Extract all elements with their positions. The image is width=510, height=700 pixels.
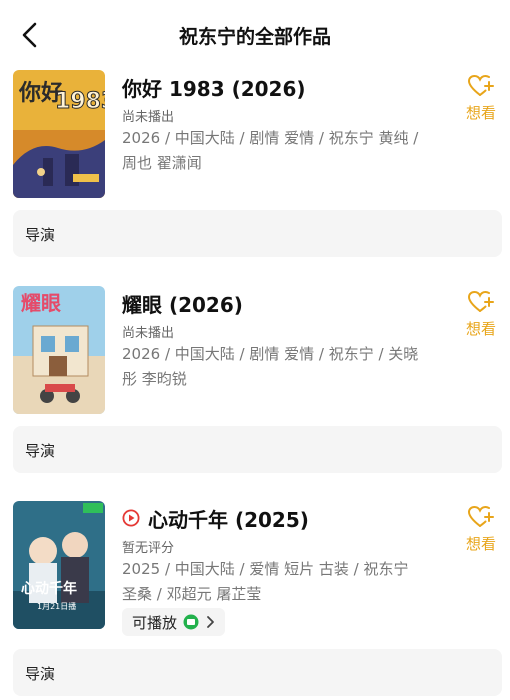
want-to-watch-label: 想看 [465, 320, 496, 338]
work-meta-line: 2026 / 中国大陆 / 剧情 爱情 / 祝东宁 黄纯 / [122, 129, 419, 147]
want-to-watch-label: 想看 [465, 535, 496, 553]
director-label: 导演 [25, 665, 56, 683]
poster-image[interactable]: 耀眼 [13, 286, 105, 414]
chevron-right-icon [207, 616, 214, 628]
work-meta-line: 2026 / 中国大陆 / 剧情 爱情 / 祝东宁 / 关晓 [122, 345, 419, 363]
work-meta-line: 2025 / 中国大陆 / 爱情 短片 古装 / 祝东宁 [122, 560, 409, 578]
work-item[interactable]: 耀眼 耀眼 (2026) 尚未播出 2026 / 中国大陆 / 剧情 爱情 / … [0, 286, 510, 486]
work-title[interactable]: 耀眼 (2026) [122, 289, 243, 318]
poster-title-text: 心动千年 [21, 580, 77, 597]
work-meta-line: 周也 翟潇闻 [122, 154, 202, 172]
work-meta-line: 圣桑 / 邓超元 屠芷莹 [122, 585, 262, 603]
svg-text:1983: 1983 [55, 89, 105, 114]
heart-plus-icon [467, 290, 494, 312]
director-label: 导演 [25, 226, 56, 244]
work-item[interactable]: 你好 1983 你好 1983 (2026) 尚未播出 2026 / 中国大陆 … [0, 70, 510, 270]
want-to-watch-label: 想看 [465, 104, 496, 122]
want-to-watch-button[interactable]: 想看 [461, 74, 501, 123]
poster-date-text: 1月21日播 [37, 601, 76, 611]
work-status: 尚未播出 [122, 110, 175, 125]
page-title: 祝东宁的全部作品 [178, 26, 331, 48]
work-title[interactable]: 心动千年 (2025) [148, 504, 309, 533]
director-section[interactable]: 导演 [13, 649, 502, 696]
heart-plus-icon [467, 74, 494, 96]
work-item[interactable]: 心动千年 1月21日播 心动千年 (2025) 暂无评分 2025 / 中国大陆… [0, 501, 510, 700]
director-section[interactable]: 导演 [13, 210, 502, 257]
poster-image[interactable]: 心动千年 1月21日播 [13, 501, 105, 629]
playable-button[interactable]: 可播放 [122, 608, 226, 636]
work-title[interactable]: 你好 1983 (2026) [122, 73, 306, 102]
poster-image[interactable]: 你好 1983 [13, 70, 105, 198]
director-label: 导演 [25, 442, 56, 460]
work-status: 尚未播出 [122, 326, 175, 341]
director-section[interactable]: 导演 [13, 426, 502, 473]
heart-plus-icon [467, 505, 494, 527]
work-meta-line: 彤 李昀锐 [122, 370, 187, 388]
playable-label: 可播放 [132, 613, 178, 632]
work-status: 暂无评分 [122, 541, 175, 556]
want-to-watch-button[interactable]: 想看 [461, 505, 501, 554]
svg-text:耀眼: 耀眼 [21, 291, 61, 315]
play-icon [122, 509, 140, 527]
iqiyi-icon [183, 614, 199, 630]
want-to-watch-button[interactable]: 想看 [461, 290, 501, 339]
top-bar: 祝东宁的全部作品 [0, 0, 510, 70]
